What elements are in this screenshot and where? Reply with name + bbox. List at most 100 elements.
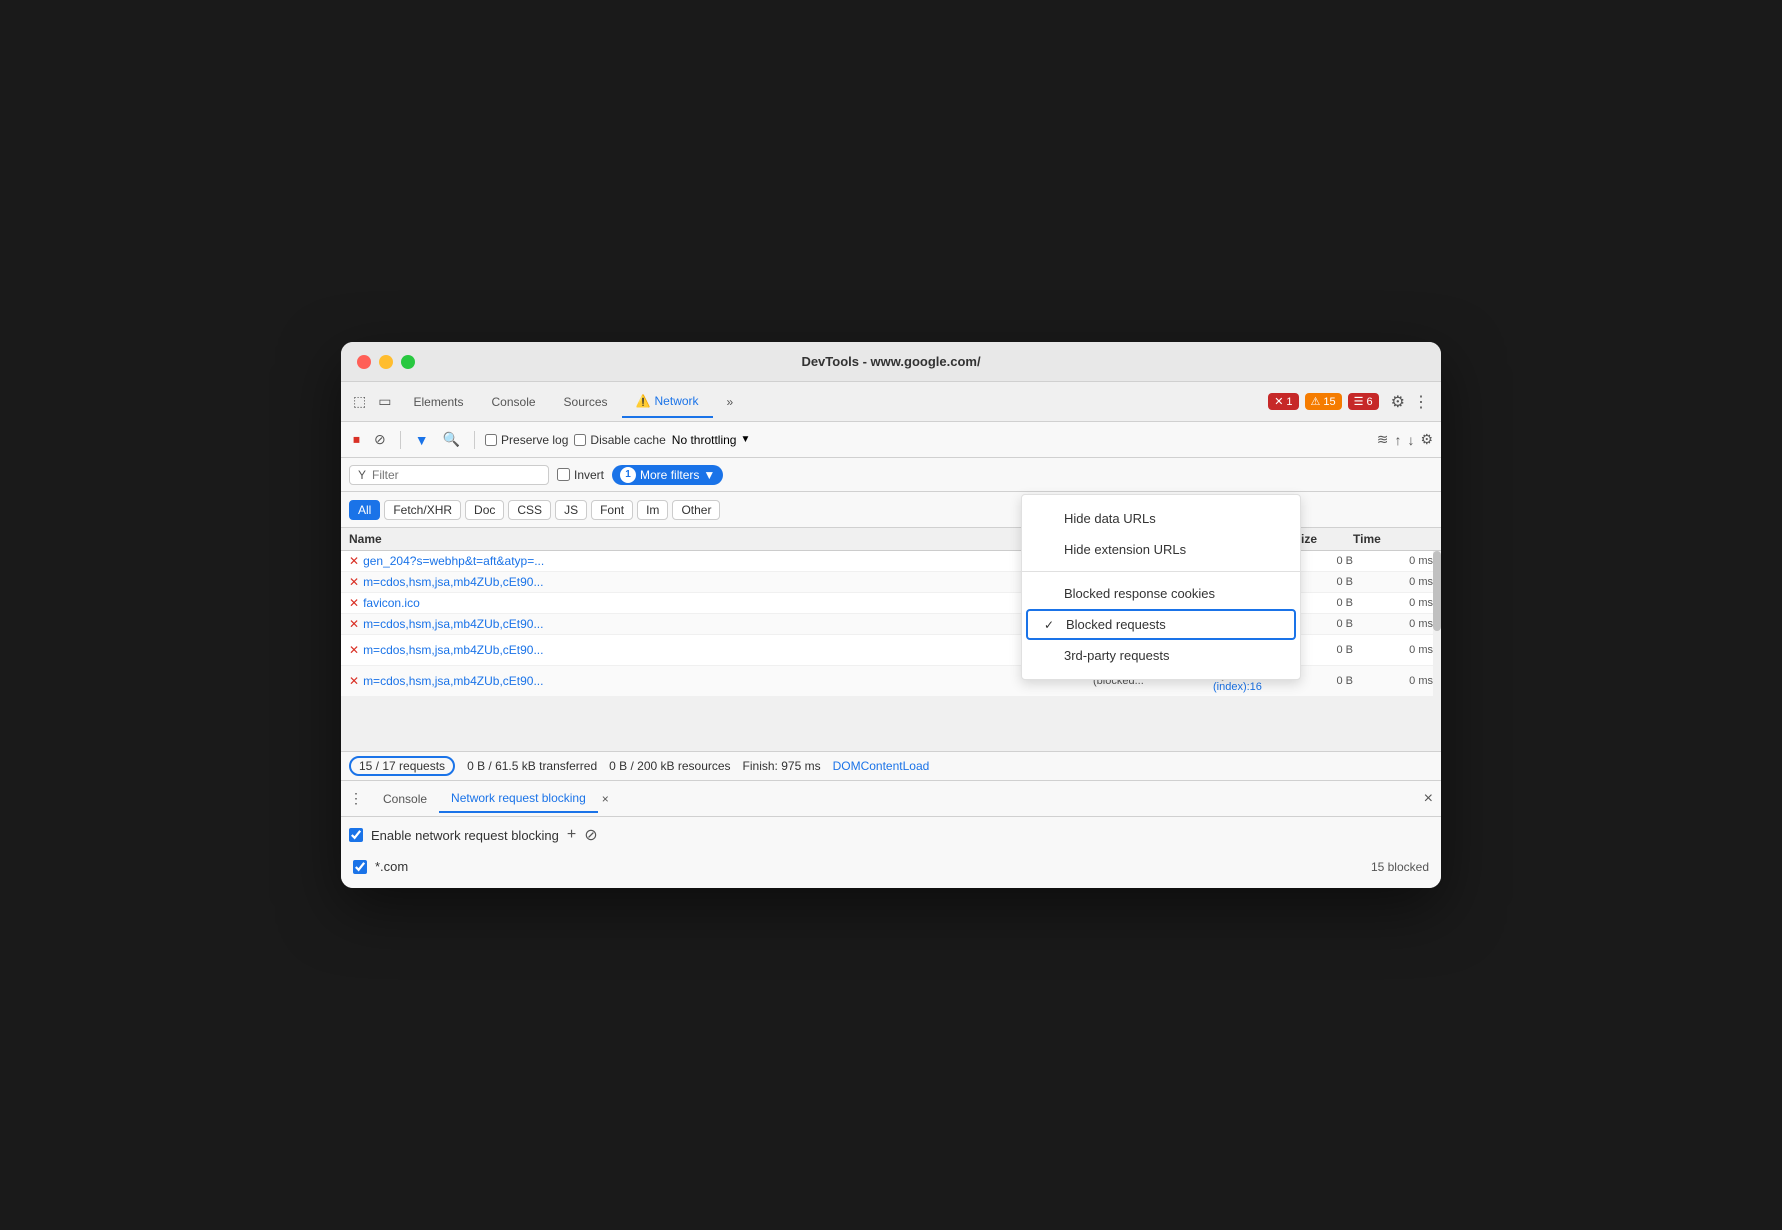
filter-icon[interactable]: ▼: [411, 428, 433, 452]
traffic-lights: [357, 355, 415, 369]
chevron-down-icon: ▼: [703, 468, 715, 482]
error-badge[interactable]: ✕ 1: [1268, 393, 1298, 410]
upload-icon[interactable]: ↑: [1394, 432, 1401, 448]
tab-network-request-blocking[interactable]: Network request blocking: [439, 785, 598, 813]
col-size: Size: [1293, 532, 1353, 546]
request-size: 0 B: [1293, 555, 1353, 567]
tab-elements[interactable]: Elements: [399, 387, 477, 417]
close-button[interactable]: [357, 355, 371, 369]
initiator-link[interactable]: (index):16: [1213, 681, 1262, 693]
throttle-chevron[interactable]: ▼: [740, 434, 750, 445]
type-filter-fetch-xhr[interactable]: Fetch/XHR: [384, 500, 461, 520]
request-name: m=cdos,hsm,jsa,mb4ZUb,cEt90...: [363, 674, 543, 688]
request-time: 0 ms: [1353, 597, 1433, 609]
scrollbar-track: [1433, 551, 1441, 751]
error-icon: ✕: [1274, 395, 1283, 408]
error-icon: ✕: [349, 596, 359, 610]
request-time: 0 ms: [1353, 644, 1433, 656]
tab-sources[interactable]: Sources: [550, 387, 622, 417]
enable-blocking-checkbox[interactable]: [349, 828, 363, 842]
settings-icon[interactable]: ⚙: [1387, 388, 1409, 416]
info-badge[interactable]: ☰ 6: [1348, 393, 1379, 410]
more-options-icon[interactable]: ⋮: [1409, 388, 1433, 416]
network-toolbar: ⏹ ⊘ ▼ 🔍 Preserve log Disable cache No th…: [341, 422, 1441, 458]
blocking-panel: Enable network request blocking + ⊘ *.co…: [341, 817, 1441, 888]
throttle-select[interactable]: No throttling: [672, 433, 737, 447]
type-filter-img[interactable]: Im: [637, 500, 668, 520]
enable-blocking-label[interactable]: Enable network request blocking: [371, 828, 559, 843]
bottom-more-icon[interactable]: ⋮: [349, 790, 363, 807]
type-filter-font[interactable]: Font: [591, 500, 633, 520]
device-icon[interactable]: ▭: [374, 389, 395, 414]
request-size: 0 B: [1293, 597, 1353, 609]
add-pattern-icon[interactable]: +: [567, 826, 576, 844]
tab-more[interactable]: »: [713, 387, 748, 417]
scrollbar-thumb[interactable]: [1433, 551, 1441, 631]
request-size: 0 B: [1293, 618, 1353, 630]
stop-recording-button[interactable]: ⏹: [349, 427, 364, 452]
download-icon[interactable]: ↓: [1407, 432, 1414, 448]
devtools-window: DevTools - www.google.com/ ⬚ ▭ Elements …: [341, 342, 1441, 888]
tab-close-icon[interactable]: ×: [602, 792, 609, 806]
more-filters-button[interactable]: 1 More filters ▼: [612, 465, 723, 485]
rule-checkbox[interactable]: [353, 860, 367, 874]
tab-console-bottom[interactable]: Console: [371, 786, 439, 812]
finish-time: Finish: 975 ms: [743, 759, 821, 773]
request-size: 0 B: [1293, 576, 1353, 588]
enable-blocking-row: Enable network request blocking + ⊘: [349, 825, 1433, 845]
menu-item-3rd-party-requests[interactable]: 3rd-party requests: [1022, 640, 1300, 671]
error-icon: ✕: [349, 643, 359, 657]
request-name: favicon.ico: [363, 596, 420, 610]
minimize-button[interactable]: [379, 355, 393, 369]
type-filter-css[interactable]: CSS: [508, 500, 551, 520]
type-filter-js[interactable]: JS: [555, 500, 587, 520]
col-time: Time: [1353, 532, 1433, 546]
devtools-tab-bar: ⬚ ▭ Elements Console Sources ⚠️ Network …: [341, 382, 1441, 422]
type-filter-all[interactable]: All: [349, 500, 380, 520]
disable-cache-checkbox[interactable]: Disable cache: [574, 433, 665, 447]
preserve-log-checkbox[interactable]: Preserve log: [485, 433, 568, 447]
warning-icon: ⚠️: [636, 394, 651, 408]
invert-checkbox[interactable]: Invert: [557, 468, 604, 482]
filter-input[interactable]: [372, 468, 512, 482]
requests-count: 15 / 17 requests: [349, 756, 455, 776]
tab-console[interactable]: Console: [478, 387, 550, 417]
request-name: m=cdos,hsm,jsa,mb4ZUb,cEt90...: [363, 575, 543, 589]
clear-button[interactable]: ⊘: [370, 427, 390, 452]
info-icon: ☰: [1354, 395, 1364, 408]
status-bar: 15 / 17 requests 0 B / 61.5 kB transferr…: [341, 751, 1441, 781]
panel-close-icon[interactable]: ×: [1424, 790, 1433, 808]
bottom-tab-bar: ⋮ Console Network request blocking × ×: [341, 781, 1441, 817]
request-size: 0 B: [1293, 644, 1353, 656]
menu-item-hide-extension-urls[interactable]: Hide extension URLs: [1022, 534, 1300, 565]
request-name: m=cdos,hsm,jsa,mb4ZUb,cEt90...: [363, 617, 543, 631]
filter-input-container: Y: [349, 465, 549, 485]
request-time: 0 ms: [1353, 675, 1433, 687]
error-icon: ✕: [349, 617, 359, 631]
warning-badge[interactable]: ⚠ 15: [1305, 393, 1342, 410]
blocking-rule-row: *.com 15 blocked: [349, 853, 1433, 880]
search-icon[interactable]: 🔍: [439, 427, 464, 452]
tab-network[interactable]: ⚠️ Network: [622, 386, 713, 418]
menu-item-hide-data-urls[interactable]: Hide data URLs: [1022, 503, 1300, 534]
type-filter-doc[interactable]: Doc: [465, 500, 504, 520]
menu-separator-1: [1022, 571, 1300, 572]
filter-row: Y Invert 1 More filters ▼ Hide data URLs…: [341, 458, 1441, 492]
request-time: 0 ms: [1353, 555, 1433, 567]
request-name: gen_204?s=webhp&t=aft&atyp=...: [363, 554, 544, 568]
type-filter-other[interactable]: Other: [672, 500, 720, 520]
col-name: Name: [349, 532, 1093, 546]
window-title: DevTools - www.google.com/: [801, 354, 980, 369]
maximize-button[interactable]: [401, 355, 415, 369]
filter-funnel-icon: Y: [358, 468, 366, 482]
wifi-icon: ≋: [1377, 431, 1389, 448]
inspector-icon[interactable]: ⬚: [349, 389, 370, 414]
network-settings-icon[interactable]: ⚙: [1420, 431, 1433, 448]
rule-pattern: *.com: [375, 859, 1363, 874]
clear-patterns-icon[interactable]: ⊘: [584, 825, 597, 845]
menu-item-blocked-response-cookies[interactable]: Blocked response cookies: [1022, 578, 1300, 609]
request-size: 0 B: [1293, 675, 1353, 687]
transferred-info: 0 B / 61.5 kB transferred: [467, 759, 597, 773]
request-name: m=cdos,hsm,jsa,mb4ZUb,cEt90...: [363, 643, 543, 657]
menu-item-blocked-requests[interactable]: ✓ Blocked requests: [1026, 609, 1296, 640]
